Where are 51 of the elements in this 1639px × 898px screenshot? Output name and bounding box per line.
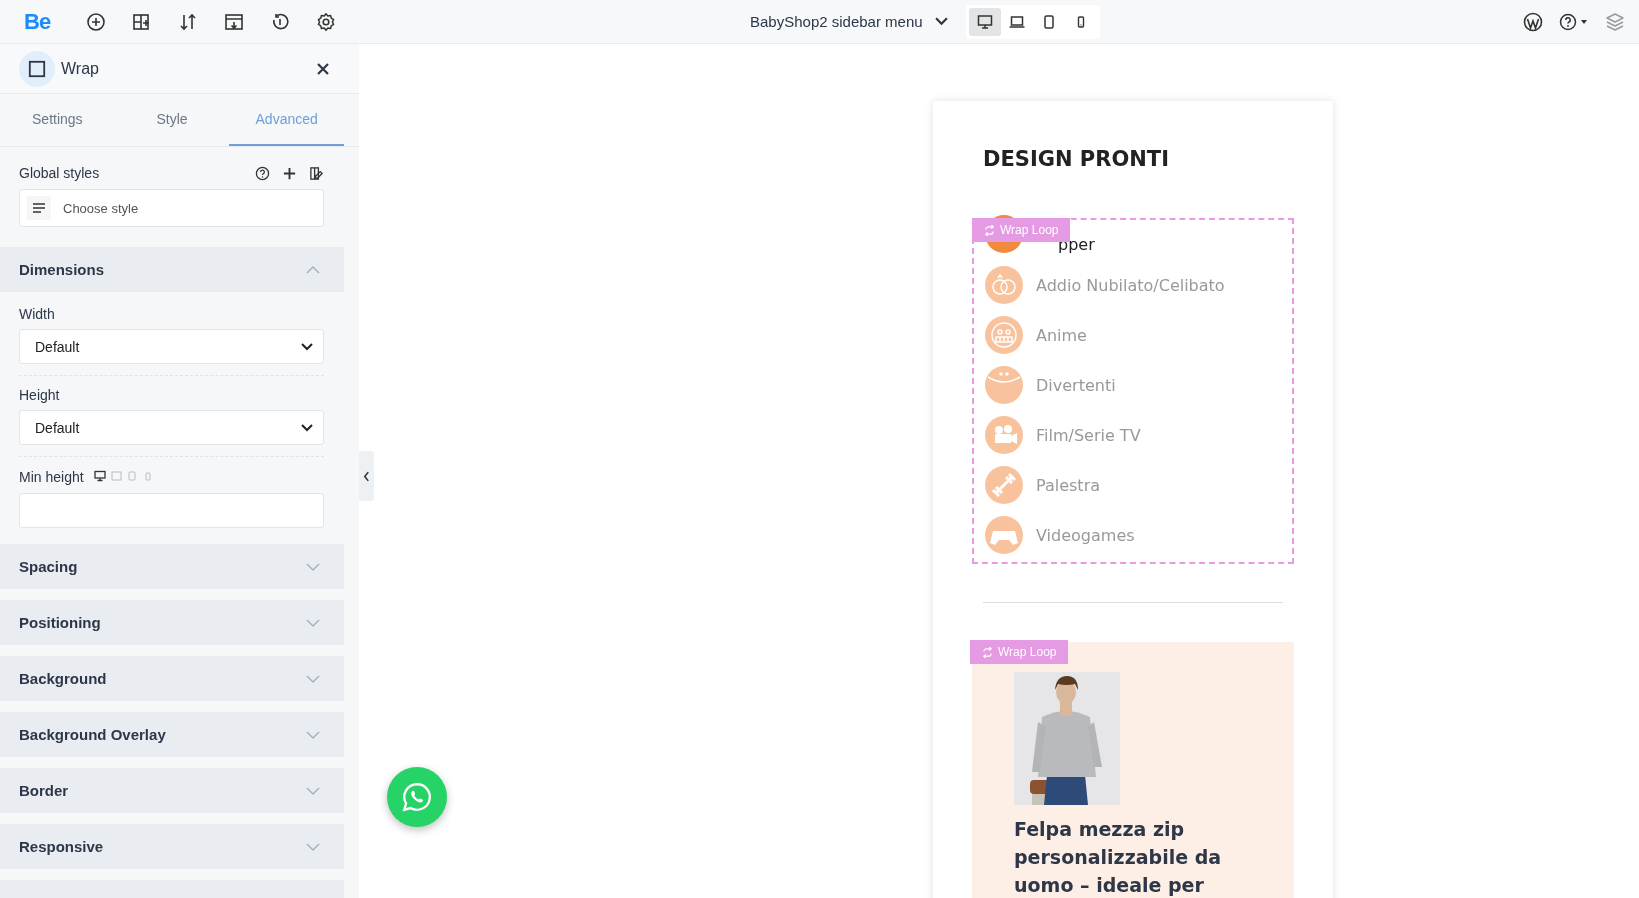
field-label: Min height xyxy=(19,469,84,485)
section-header[interactable]: Spacing xyxy=(0,544,344,589)
settings-icon[interactable] xyxy=(316,11,337,32)
add-icon[interactable] xyxy=(282,165,297,181)
field-label: Global styles xyxy=(19,165,100,181)
input-field[interactable] xyxy=(19,493,324,528)
chevron-down-icon xyxy=(306,562,320,571)
panel-tab[interactable]: Style xyxy=(114,94,230,146)
product-title[interactable]: Felpa mezza zip personalizzabile da uomo – ideale per xyxy=(1014,815,1224,898)
list-icon xyxy=(27,196,51,220)
style-select-field[interactable]: Choose style xyxy=(19,189,324,227)
section-heading: DESIGN PRONTI xyxy=(983,147,1170,171)
section-header[interactable]: Border xyxy=(0,768,344,813)
panel-tab[interactable]: Settings xyxy=(0,94,115,146)
history-icon[interactable] xyxy=(270,11,291,32)
template-icon[interactable] xyxy=(224,11,245,32)
page-selector[interactable]: BabyShop2 sidebar menu xyxy=(750,13,948,30)
add-icon[interactable] xyxy=(86,11,107,32)
chevron-down-icon xyxy=(306,730,320,739)
select-field[interactable]: Default xyxy=(19,329,324,364)
help-dropdown-icon[interactable] xyxy=(1559,11,1589,32)
section-header[interactable]: Positioning xyxy=(0,600,344,645)
collapse-handle[interactable] xyxy=(359,451,374,501)
wordpress-icon[interactable] xyxy=(1523,11,1543,32)
section-header[interactable]: Dimensions xyxy=(0,247,344,292)
chevron-down-icon xyxy=(306,842,320,851)
section-header[interactable]: Responsive xyxy=(0,824,344,869)
close-icon[interactable] xyxy=(316,61,330,76)
layers-icon[interactable] xyxy=(1605,11,1625,32)
chevron-down-icon xyxy=(934,17,948,26)
section-header[interactable]: Background Overlay xyxy=(0,712,344,757)
laptop-icon xyxy=(1008,13,1025,30)
field-label: Width xyxy=(19,306,55,322)
chevron-down-icon xyxy=(306,786,320,795)
panel-title: Wrap xyxy=(61,59,100,78)
desktop-icon xyxy=(976,13,993,30)
edit-style-icon[interactable] xyxy=(309,165,324,181)
section-header[interactable]: Background xyxy=(0,656,344,701)
select-field[interactable]: Default xyxy=(19,410,324,445)
element-icon xyxy=(19,50,55,87)
field-label: Height xyxy=(19,387,60,403)
desktop-view-button[interactable] xyxy=(968,7,1001,36)
chevron-down-icon xyxy=(306,674,320,683)
chat-phone-icon xyxy=(400,780,434,814)
chevron-down-icon xyxy=(306,618,320,627)
chevron-left-icon xyxy=(363,470,370,482)
help-icon[interactable] xyxy=(255,165,270,181)
chevron-up-icon xyxy=(306,265,320,274)
placeholder-text: Choose style xyxy=(63,200,139,216)
chevron-down-icon xyxy=(301,423,313,432)
chevron-down-icon xyxy=(301,342,313,351)
